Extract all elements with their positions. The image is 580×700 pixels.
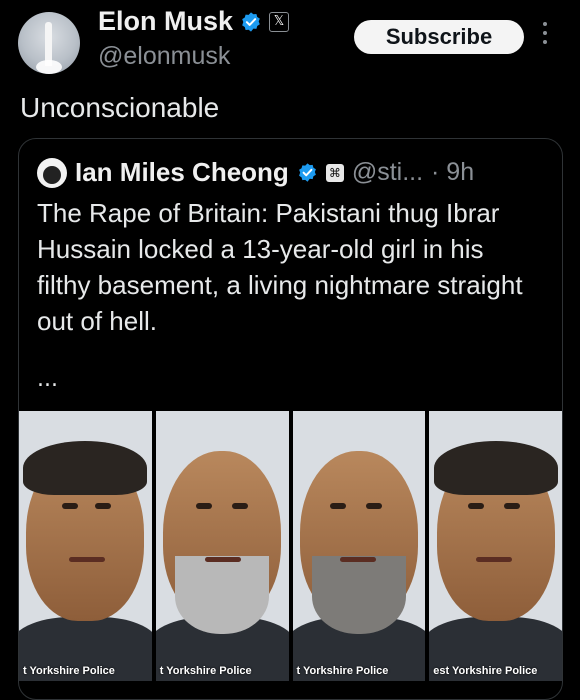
mugshot-caption: t Yorkshire Police <box>159 665 252 677</box>
mugshot-mouth <box>204 557 241 562</box>
mugshot-caption: t Yorkshire Police <box>296 665 389 677</box>
quoted-media-grid[interactable]: t Yorkshire Police t Yorkshire Police t … <box>19 411 562 681</box>
author-handle[interactable]: @elonmusk <box>98 42 230 71</box>
x-affiliation-icon: 𝕏 <box>269 11 290 32</box>
mugshot-hair <box>23 441 148 495</box>
mugshot-eye <box>329 503 346 509</box>
mugshot-hair <box>433 441 558 495</box>
mugshot-mouth <box>339 557 376 562</box>
more-options-icon[interactable] <box>540 22 550 44</box>
post-text: Unconscionable <box>20 92 220 123</box>
affiliate-badge-icon: ⌘ <box>325 163 344 182</box>
subscribe-button[interactable]: Subscribe <box>354 20 524 54</box>
mugshot-image[interactable]: t Yorkshire Police <box>292 411 426 681</box>
mugshot-eye <box>95 503 111 509</box>
launch-plume-icon <box>36 60 62 74</box>
quoted-author-name[interactable]: Ian Miles Cheong <box>75 157 289 188</box>
mugshot-mouth <box>476 557 513 562</box>
quoted-post-body: The Rape of Britain: Pakistani thug Ibra… <box>37 198 523 336</box>
mugshot-eye <box>231 503 248 509</box>
mugshot-beard <box>175 556 270 634</box>
mugshot-image[interactable]: t Yorkshire Police <box>155 411 289 681</box>
verified-badge-icon <box>242 11 260 32</box>
quoted-post-time[interactable]: · 9h <box>431 158 474 187</box>
mugshot-beard <box>311 556 406 634</box>
quoted-post-card[interactable]: Ian Miles Cheong ⌘ @sti... · 9h The Rape… <box>18 138 563 700</box>
quoted-post-header: Ian Miles Cheong ⌘ @sti... · 9h <box>37 157 474 188</box>
mugshot-eye <box>504 503 521 509</box>
author-name[interactable]: Elon Musk <box>98 6 233 37</box>
mugshot-eye <box>468 503 485 509</box>
quoted-author-handle[interactable]: @sti... <box>352 158 423 187</box>
mugshot-image[interactable]: est Yorkshire Police <box>429 411 562 681</box>
mugshot-image[interactable]: t Yorkshire Police <box>19 411 152 681</box>
author-avatar[interactable] <box>18 12 80 74</box>
mugshot-mouth <box>69 557 105 562</box>
mugshot-eye <box>195 503 212 509</box>
author-name-row: Elon Musk 𝕏 <box>98 6 290 37</box>
mugshot-eye <box>62 503 78 509</box>
mugshot-caption: est Yorkshire Police <box>433 665 538 677</box>
quoted-author-avatar[interactable] <box>37 157 67 188</box>
mugshot-eye <box>365 503 382 509</box>
show-more-ellipsis[interactable]: ... <box>37 367 58 392</box>
verified-badge-icon <box>298 163 316 182</box>
mugshot-caption: t Yorkshire Police <box>23 665 115 677</box>
